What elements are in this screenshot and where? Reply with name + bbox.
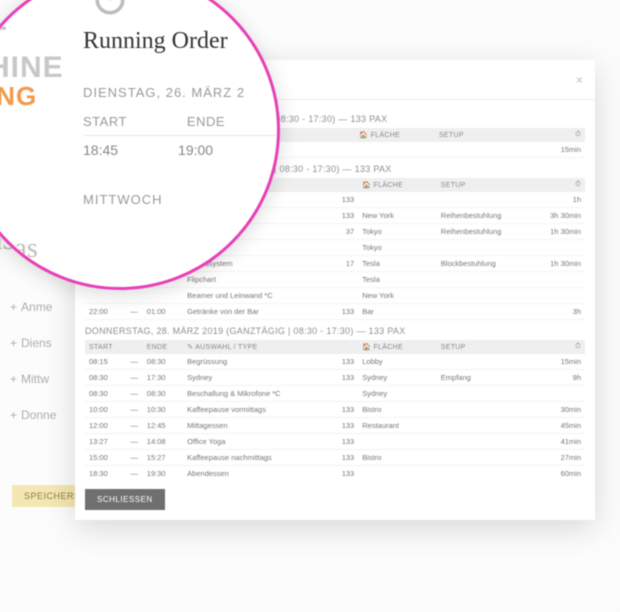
table-row: 08:30—17:30Sydney133SydneyEmpfang9h <box>85 370 585 386</box>
table-row: 13:27—14:08Office Yoga13341min <box>85 434 585 450</box>
close-icon[interactable]: × <box>576 73 583 87</box>
modal-footer: SCHLIESSEN <box>75 479 595 520</box>
table-row: 18:30—19:30Abendessen13360min <box>85 466 585 480</box>
col-setup-head: SETUP <box>435 128 540 142</box>
mag-title: Running Order <box>83 28 280 55</box>
table-row: 15:00—15:27Kaffeepause nachmittags133Bis… <box>85 450 585 466</box>
table-row: 08:30—08:30Beschallung & Mikrofone *CSyd… <box>85 386 585 402</box>
mag-col-ende: ENDE <box>187 114 225 129</box>
table-row: 22:00—01:00Getränke von der Bar133Bar3h <box>85 304 585 320</box>
mag-col-start: START <box>83 114 127 129</box>
schliessen-button[interactable]: SCHLIESSEN <box>85 489 165 510</box>
mag-col-headers: START ENDE <box>83 108 280 136</box>
day-3-heading: DONNERSTAG, 28. MÄRZ 2019 (GANZTÄGIG | 0… <box>85 326 585 336</box>
mag-content: Running Order DIENSTAG, 26. MÄRZ 2 START… <box>83 28 280 207</box>
mag-day-2: MITTWOCH <box>83 192 280 207</box>
mag-day-1: DIENSTAG, 26. MÄRZ 2 <box>83 85 280 100</box>
day-3-table: START ENDE ✎ AUSWAHL / TYPE 🏠 FLÄCHE SET… <box>85 340 585 479</box>
day-3-rows: 08:15—08:30Begrüssung133Lobby15min08:30—… <box>85 354 585 479</box>
table-row: 10:00—10:30Kaffeepause vormittags133Bist… <box>85 402 585 418</box>
bg-sidebar: +Anme +Diens +Mittw +Donne <box>10 300 56 422</box>
mag-row-1: 18:45 19:00 <box>83 136 280 164</box>
sidebar-item-diens[interactable]: +Diens <box>10 336 56 350</box>
col-flaeche-head: 🏠 FLÄCHE <box>355 128 435 142</box>
table-row: Beamer und Leinwand *CNew York <box>85 288 585 304</box>
sidebar-item-mittw[interactable]: +Mittw <box>10 372 56 386</box>
mag-logo: T HINE ING <box>0 23 64 109</box>
mag-row-start: 18:45 <box>83 142 118 158</box>
table-row: 08:15—08:30Begrüssung133Lobby15min <box>85 354 585 370</box>
mag-row-ende: 19:00 <box>178 142 213 158</box>
mag-bg-headline: e pas <box>0 233 38 265</box>
col-dur-head: ⏱ <box>539 128 585 142</box>
table-row: 12:00—12:45Mittagessen133Restaurant45min <box>85 418 585 434</box>
sidebar-item-anme[interactable]: +Anme <box>10 300 56 314</box>
power-icon <box>93 0 127 17</box>
sidebar-item-donne[interactable]: +Donne <box>10 408 56 422</box>
